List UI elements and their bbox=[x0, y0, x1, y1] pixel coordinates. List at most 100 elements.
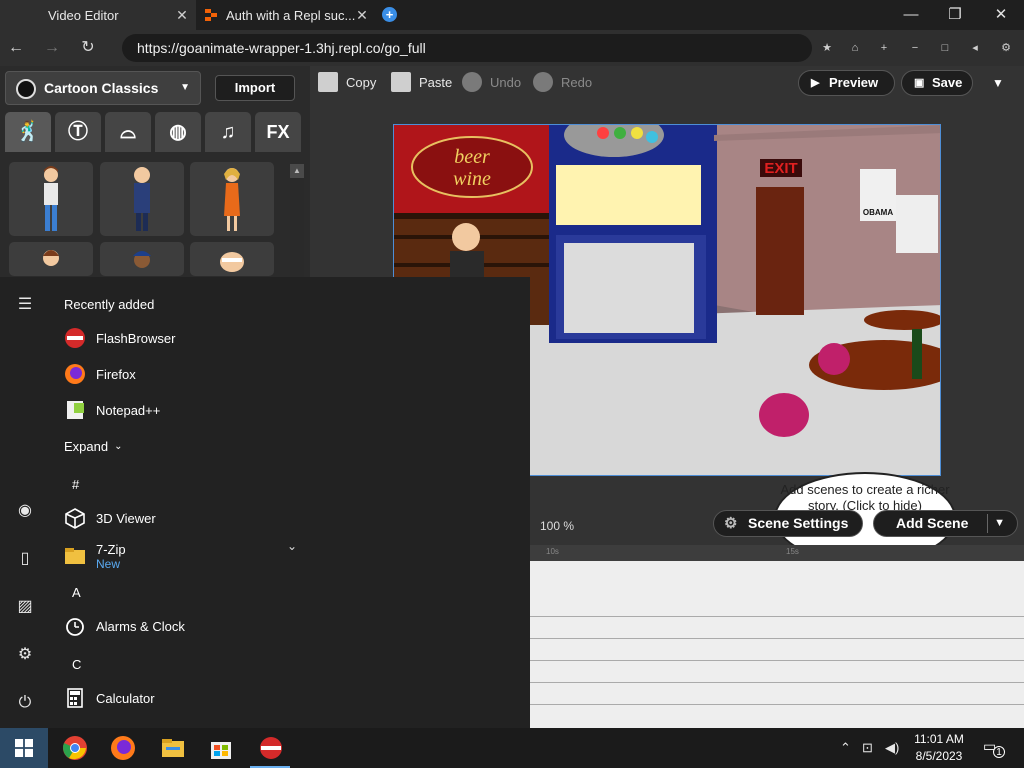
chevron-up-icon[interactable]: ⌃ bbox=[840, 728, 851, 768]
volume-icon[interactable]: ◀) bbox=[885, 728, 899, 768]
scroll-up-icon[interactable]: ▲ bbox=[290, 164, 304, 178]
tab-sports[interactable]: ◍ bbox=[155, 112, 201, 152]
chevron-down-icon: ⌄ bbox=[114, 440, 123, 452]
paste-button[interactable]: Paste bbox=[391, 72, 452, 92]
clock-time: 11:01 AM bbox=[914, 732, 964, 746]
app-alarms-clock[interactable]: Alarms & Clock bbox=[64, 613, 185, 639]
clock-date: 8/5/2023 bbox=[915, 749, 963, 763]
group-letter[interactable]: C bbox=[72, 657, 81, 672]
scene-settings-button[interactable]: ⚙ Scene Settings bbox=[713, 510, 863, 537]
theme-dropdown[interactable]: Cartoon Classics ▼ bbox=[5, 71, 201, 105]
app-notepad-plus-plus[interactable]: Notepad++ bbox=[64, 397, 160, 423]
sound-icon[interactable]: ◂ bbox=[968, 41, 982, 55]
store-icon[interactable] bbox=[208, 735, 234, 761]
redo-button[interactable]: Redo bbox=[533, 72, 592, 92]
ruler-tick-label: 15s bbox=[786, 547, 799, 556]
documents-icon[interactable]: ▯ bbox=[15, 549, 35, 569]
firefox-icon[interactable] bbox=[110, 735, 136, 761]
music-note-icon: ♫ bbox=[220, 121, 236, 143]
taskbar: ⌃ ⊡ ◀) 11:01 AM 8/5/2023 ▭ 1 bbox=[0, 728, 1024, 768]
notepad-plus-plus-icon bbox=[67, 401, 84, 419]
character-thumbnail[interactable] bbox=[190, 162, 274, 236]
minimize-icon[interactable]: — bbox=[888, 0, 934, 30]
hamburger-menu-icon[interactable]: ☰ bbox=[15, 295, 35, 315]
paste-icon bbox=[391, 72, 411, 92]
home-icon[interactable]: ⌂ bbox=[848, 41, 862, 55]
clock[interactable]: 11:01 AM 8/5/2023 bbox=[906, 731, 972, 765]
windows-logo-icon bbox=[15, 739, 33, 757]
import-button[interactable]: Import bbox=[215, 75, 295, 101]
character-figure bbox=[224, 168, 240, 231]
app-3d-viewer[interactable]: 3D Viewer bbox=[64, 505, 156, 531]
timeline-track[interactable] bbox=[530, 561, 1024, 617]
group-letter[interactable]: A bbox=[72, 585, 81, 600]
app-firefox[interactable]: Firefox bbox=[64, 361, 136, 387]
url-field[interactable]: https://goanimate-wrapper-1.3hj.repl.co/… bbox=[122, 34, 812, 62]
group-letter[interactable]: # bbox=[72, 477, 79, 492]
character-thumbnail[interactable] bbox=[190, 242, 274, 276]
network-icon[interactable]: ⊡ bbox=[862, 728, 873, 768]
zoom-minus-icon[interactable]: − bbox=[908, 41, 922, 55]
user-account-icon[interactable]: ◉ bbox=[15, 501, 35, 521]
scene-settings-label: Scene Settings bbox=[748, 515, 849, 531]
timeline-track[interactable] bbox=[530, 639, 1024, 661]
more-menu-chevron-icon[interactable]: ▼ bbox=[992, 76, 1004, 90]
close-tab-icon[interactable]: ✕ bbox=[354, 6, 370, 24]
character-thumbnail[interactable] bbox=[100, 242, 184, 276]
character-figure bbox=[134, 167, 150, 231]
undo-icon bbox=[462, 72, 482, 92]
app-7-zip[interactable]: 7-Zip New bbox=[64, 539, 126, 573]
flashbrowser-icon[interactable] bbox=[258, 735, 284, 761]
preview-button[interactable]: ▶ Preview bbox=[798, 70, 895, 96]
expand-button[interactable]: Expand ⌄ bbox=[64, 433, 122, 459]
chevron-down-icon[interactable]: ▼ bbox=[994, 511, 1005, 536]
close-window-icon[interactable]: ✕ bbox=[978, 0, 1024, 30]
chrome-icon[interactable] bbox=[62, 735, 88, 761]
notification-center-icon[interactable]: ▭ 1 bbox=[983, 738, 1005, 758]
asset-scrollbar[interactable]: ▲ bbox=[290, 164, 304, 284]
forward-icon[interactable]: → bbox=[40, 36, 64, 60]
start-menu: ☰ ◉ ▯ ▨ ⚙ ⏻ Recently added FlashBrowser … bbox=[0, 277, 530, 728]
tab-auth-repl[interactable]: Auth with a Repl suc... ✕ bbox=[198, 0, 376, 30]
tab-video-editor[interactable]: Video Editor ✕ bbox=[0, 0, 196, 30]
settings-gear-icon[interactable]: ⚙ bbox=[15, 645, 35, 665]
tab-text[interactable]: Ⓣ bbox=[55, 112, 101, 152]
settings-icon[interactable]: ⚙ bbox=[999, 41, 1013, 55]
tab-fx[interactable]: FX bbox=[255, 112, 301, 152]
zoom-plus-icon[interactable]: + bbox=[877, 41, 891, 55]
tab-characters[interactable]: 🕺 bbox=[5, 112, 51, 152]
star-icon[interactable]: ★ bbox=[820, 41, 834, 55]
pictures-icon[interactable]: ▨ bbox=[15, 597, 35, 617]
add-scene-button[interactable]: Add Scene ▼ bbox=[873, 510, 1018, 537]
save-button[interactable]: ▣ Save bbox=[901, 70, 973, 96]
character-thumbnail[interactable] bbox=[9, 242, 93, 276]
start-button[interactable] bbox=[0, 728, 48, 768]
play-icon: ▶ bbox=[811, 77, 820, 89]
character-figure bbox=[44, 166, 58, 231]
back-icon[interactable]: ← bbox=[4, 36, 28, 60]
app-flashbrowser[interactable]: FlashBrowser bbox=[64, 325, 175, 351]
timeline-track[interactable] bbox=[530, 683, 1024, 705]
preview-label: Preview bbox=[829, 75, 879, 90]
character-thumbnail[interactable] bbox=[100, 162, 184, 236]
reload-icon[interactable]: ↻ bbox=[76, 36, 100, 60]
tab-props[interactable]: ⌓ bbox=[105, 112, 151, 152]
restore-icon[interactable]: ❐ bbox=[932, 0, 978, 30]
undo-button[interactable]: Undo bbox=[462, 72, 521, 92]
file-explorer-icon[interactable] bbox=[160, 735, 186, 761]
gear-icon: ⚙ bbox=[724, 515, 738, 532]
fullscreen-icon[interactable]: □ bbox=[938, 41, 952, 55]
copy-icon bbox=[318, 72, 338, 92]
timeline[interactable]: 10s 15s bbox=[530, 545, 1024, 728]
close-tab-icon[interactable]: ✕ bbox=[174, 6, 190, 24]
app-calculator[interactable]: Calculator bbox=[64, 685, 155, 711]
power-icon[interactable]: ⏻ bbox=[15, 693, 35, 713]
chevron-down-icon[interactable]: ⌄ bbox=[287, 539, 297, 553]
character-thumbnail[interactable] bbox=[9, 162, 93, 236]
timeline-track[interactable] bbox=[530, 661, 1024, 683]
tab-sound[interactable]: ♫ bbox=[205, 112, 251, 152]
timeline-track[interactable] bbox=[530, 617, 1024, 639]
new-tab-icon[interactable]: + bbox=[382, 7, 397, 22]
address-bar-row: ← → ↻ https://goanimate-wrapper-1.3hj.re… bbox=[0, 30, 1024, 66]
copy-button[interactable]: Copy bbox=[318, 72, 376, 92]
